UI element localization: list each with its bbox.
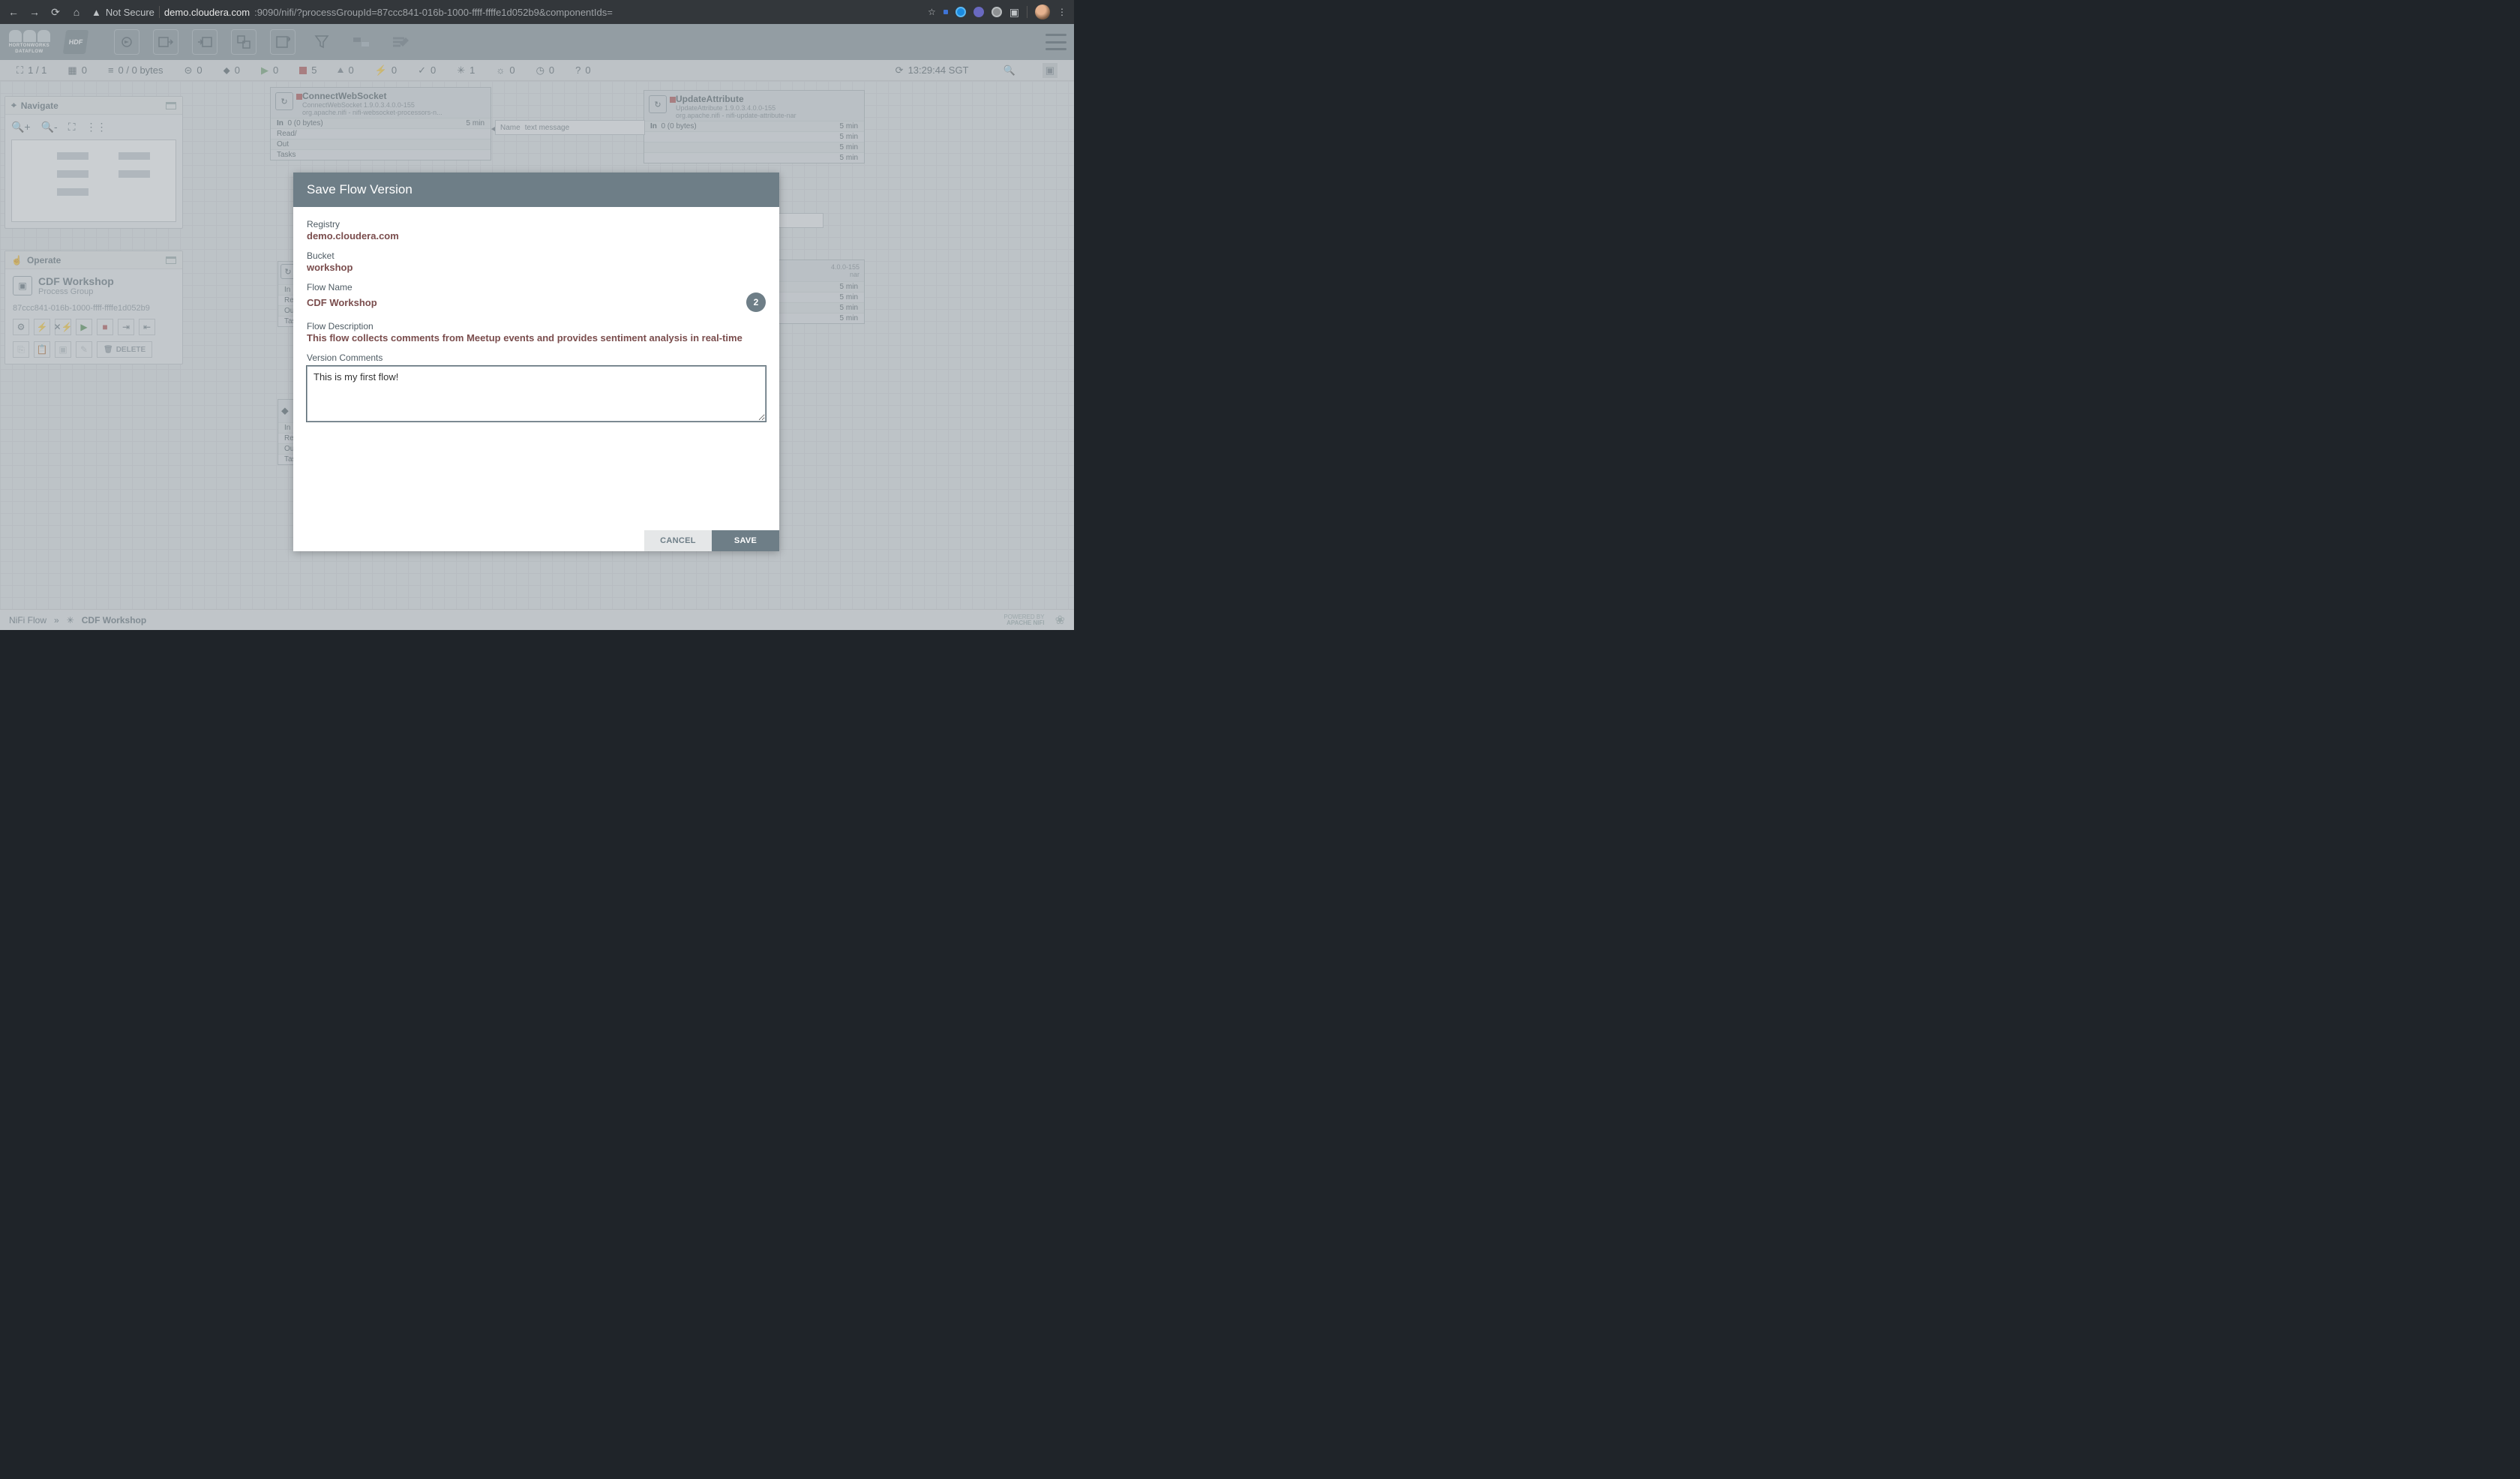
save-flow-version-dialog: Save Flow Version Registry demo.cloudera… — [293, 172, 779, 551]
save-button[interactable]: SAVE — [712, 530, 779, 551]
registry-value: demo.cloudera.com — [307, 230, 766, 242]
flow-name-value: CDF Workshop — [307, 297, 377, 308]
flow-description-label: Flow Description — [307, 321, 766, 332]
cancel-button[interactable]: CANCEL — [644, 530, 712, 551]
flow-description-value: This flow collects comments from Meetup … — [307, 332, 766, 344]
url-path: :9090/nifi/?processGroupId=87ccc841-016b… — [254, 7, 613, 18]
dialog-title: Save Flow Version — [293, 172, 779, 207]
ext-icon[interactable] — [944, 10, 948, 14]
divider — [159, 6, 160, 18]
version-comments-input[interactable] — [307, 366, 766, 422]
address-bar[interactable]: ▲ Not Secure demo.cloudera.com :9090/nifi… — [92, 6, 613, 18]
registry-label: Registry — [307, 219, 766, 230]
version-badge: 2 — [746, 292, 766, 312]
divider — [1027, 6, 1028, 18]
profile-avatar[interactable] — [1035, 4, 1050, 20]
bucket-label: Bucket — [307, 250, 766, 261]
url-host: demo.cloudera.com — [164, 7, 250, 18]
ext-icon[interactable] — [956, 7, 966, 17]
kebab-icon[interactable]: ⋮ — [1058, 7, 1066, 17]
reload-icon[interactable]: ⟳ — [50, 6, 62, 18]
bucket-value: workshop — [307, 262, 766, 273]
browser-toolbar: ← → ⟳ ⌂ ▲ Not Secure demo.cloudera.com :9… — [0, 0, 1074, 24]
star-icon[interactable]: ☆ — [928, 7, 936, 17]
ext-icon[interactable]: ▣ — [1010, 6, 1019, 19]
back-icon[interactable]: ← — [8, 6, 20, 18]
ext-icon[interactable] — [974, 7, 984, 17]
flow-name-label: Flow Name — [307, 282, 766, 292]
forward-icon[interactable]: → — [28, 6, 40, 18]
home-icon[interactable]: ⌂ — [70, 6, 82, 18]
ext-icon[interactable] — [992, 7, 1002, 17]
insecure-label: Not Secure — [106, 7, 154, 18]
version-comments-label: Version Comments — [307, 352, 766, 363]
insecure-icon: ▲ — [92, 7, 101, 18]
